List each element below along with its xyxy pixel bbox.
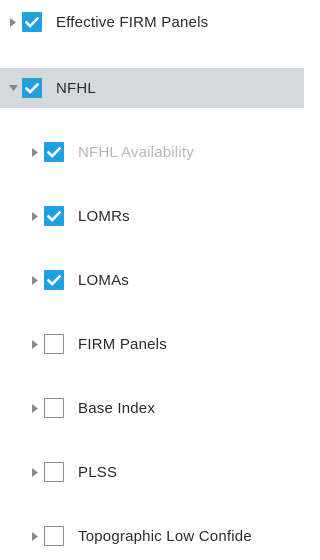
caret-right-icon[interactable] xyxy=(30,147,40,157)
layer-row-lomrs[interactable]: LOMRs xyxy=(0,196,304,236)
checkmark-icon xyxy=(47,274,61,286)
layer-row-nfhl-availability[interactable]: NFHL Availability xyxy=(0,132,304,172)
layer-label: LOMRs xyxy=(78,207,130,225)
layer-label: Topographic Low Confide xyxy=(78,527,252,545)
layer-row-lomas[interactable]: LOMAs xyxy=(0,260,304,300)
layer-checkbox[interactable] xyxy=(44,206,64,226)
layer-label: Base Index xyxy=(78,399,156,417)
checkmark-icon xyxy=(47,210,61,222)
layer-checkbox[interactable] xyxy=(22,78,42,98)
layer-row-nfhl[interactable]: NFHL xyxy=(0,68,304,108)
layer-checkbox[interactable] xyxy=(44,462,64,482)
layer-row-plss[interactable]: PLSS xyxy=(0,452,304,492)
caret-right-icon[interactable] xyxy=(30,275,40,285)
layer-row-base-index[interactable]: Base Index xyxy=(0,388,304,428)
layer-row-effective-firm-panels[interactable]: Effective FIRM Panels xyxy=(0,2,304,42)
checkmark-icon xyxy=(47,146,61,158)
checkmark-icon xyxy=(25,82,39,94)
caret-right-icon[interactable] xyxy=(30,339,40,349)
layer-label: NFHL xyxy=(56,79,96,97)
layer-label: FIRM Panels xyxy=(78,335,167,353)
layer-label: NFHL Availability xyxy=(78,143,194,161)
layer-label: Effective FIRM Panels xyxy=(56,13,209,31)
layer-checkbox[interactable] xyxy=(44,142,64,162)
layer-label: PLSS xyxy=(78,463,118,481)
layer-checkbox[interactable] xyxy=(44,526,64,546)
caret-right-icon[interactable] xyxy=(30,467,40,477)
caret-right-icon[interactable] xyxy=(8,17,18,27)
layer-checkbox[interactable] xyxy=(22,12,42,32)
caret-right-icon[interactable] xyxy=(30,403,40,413)
caret-right-icon[interactable] xyxy=(30,531,40,541)
caret-down-icon[interactable] xyxy=(8,83,18,93)
layer-label: LOMAs xyxy=(78,271,130,289)
layer-tree: Effective FIRM Panels NFHL NFHL Availabi… xyxy=(0,0,304,560)
layer-row-firm-panels[interactable]: FIRM Panels xyxy=(0,324,304,364)
layer-checkbox[interactable] xyxy=(44,270,64,290)
checkmark-icon xyxy=(25,16,39,28)
layer-checkbox[interactable] xyxy=(44,398,64,418)
layer-row-topographic-low-confidence[interactable]: Topographic Low Confide xyxy=(0,516,304,556)
layer-checkbox[interactable] xyxy=(44,334,64,354)
caret-right-icon[interactable] xyxy=(30,211,40,221)
